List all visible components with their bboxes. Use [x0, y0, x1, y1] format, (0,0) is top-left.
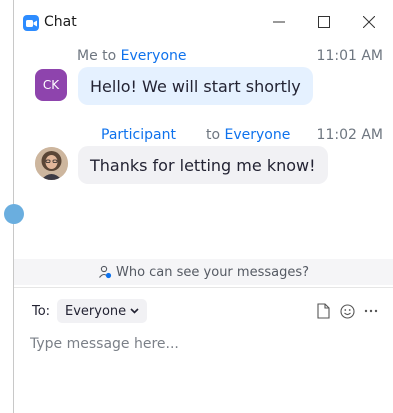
recipient-dropdown[interactable]: Everyone	[57, 299, 148, 323]
profile-photo-icon	[35, 147, 68, 180]
message-text: Thanks for letting me know!	[90, 155, 316, 175]
to-prefix: to	[206, 127, 225, 143]
sender-label: Me to	[77, 48, 121, 64]
more-button[interactable]	[362, 302, 380, 320]
message-recipient: to Everyone	[206, 127, 290, 143]
sender-name[interactable]: Participant	[101, 127, 176, 143]
person-visibility-icon	[98, 265, 112, 279]
chevron-down-icon	[130, 308, 139, 314]
message-time: 11:02 AM	[316, 127, 383, 143]
avatar	[35, 147, 68, 180]
message-text: Hello! We will start shortly	[90, 76, 301, 96]
file-button[interactable]	[314, 302, 332, 320]
visibility-text: Who can see your messages?	[115, 264, 310, 280]
recipient-link[interactable]: Everyone	[225, 127, 291, 143]
visibility-notice[interactable]: Who can see your messages?	[14, 259, 393, 285]
maximize-button[interactable]	[304, 8, 344, 36]
message-bubble: Hello! We will start shortly	[78, 67, 313, 105]
message-time: 11:01 AM	[316, 48, 383, 64]
avatar-initials: CK	[42, 78, 60, 92]
recipient-value: Everyone	[65, 303, 127, 319]
chat-message: Participant to Everyone 11:02 AM Thanks …	[14, 122, 393, 192]
message-header: Me to Everyone	[77, 48, 187, 64]
emoji-icon	[339, 303, 355, 319]
to-label: To:	[32, 304, 51, 319]
window-title: Chat	[44, 14, 77, 30]
chat-message: Me to Everyone 11:01 AM CK Hello! We wil…	[14, 44, 393, 114]
message-header: Participant	[101, 127, 176, 143]
more-icon	[364, 309, 378, 313]
title-bar: Chat	[14, 0, 393, 44]
file-icon	[316, 303, 330, 319]
close-icon	[363, 16, 375, 28]
minimize-icon	[273, 21, 285, 23]
drag-handle[interactable]	[4, 204, 24, 224]
minimize-button[interactable]	[259, 8, 299, 36]
emoji-button[interactable]	[338, 302, 356, 320]
recipient-link[interactable]: Everyone	[121, 48, 187, 64]
close-button[interactable]	[349, 8, 389, 36]
zoom-camera-icon	[23, 15, 39, 31]
maximize-icon	[318, 16, 330, 28]
message-input[interactable]	[30, 333, 370, 355]
message-bubble: Thanks for letting me know!	[78, 146, 328, 184]
avatar: CK	[35, 69, 67, 101]
composer-divider	[14, 287, 393, 288]
